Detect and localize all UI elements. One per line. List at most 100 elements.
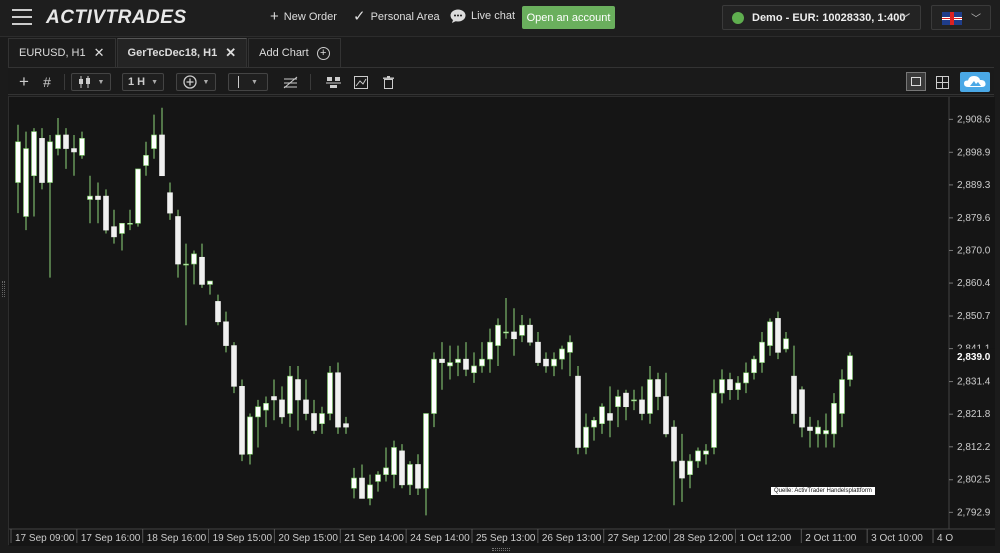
bull-candle [687, 460, 693, 475]
y-tick-label: 2,792.9 [957, 507, 991, 518]
four-grid-icon [935, 75, 949, 89]
checkmark-icon: ✓ [353, 8, 366, 25]
bull-candle [823, 430, 829, 435]
drawing-tool-dropdown[interactable]: ▼ [228, 73, 268, 91]
bear-candle [791, 375, 797, 414]
new-order-button[interactable]: + New Order [270, 9, 337, 24]
bull-candle [559, 348, 565, 360]
bull-candle [583, 426, 589, 448]
menu-icon[interactable] [12, 9, 32, 26]
bear-candle [271, 396, 277, 401]
objects-list-icon[interactable] [324, 73, 342, 91]
grid-icon[interactable]: # [39, 73, 55, 91]
account-status-icon [732, 11, 744, 24]
bear-candle [311, 413, 317, 431]
personal-area-label: Personal Area [370, 10, 440, 23]
bull-candle [143, 155, 149, 166]
chevron-down-icon: ﹀ [971, 14, 981, 25]
resize-handle[interactable] [2, 281, 5, 297]
y-tick-label: 2,850.7 [957, 311, 991, 322]
bear-candle [655, 379, 661, 397]
bull-candle [191, 253, 197, 265]
chart-type-dropdown[interactable]: ▼ [71, 73, 111, 91]
bull-candle [55, 134, 61, 149]
bear-candle [807, 426, 813, 431]
y-tick-label: 2,812.2 [957, 442, 991, 453]
y-tick-label: 2,831.4 [957, 377, 991, 388]
account-selector[interactable]: Demo - EUR: 10028330, 1:400 ﹀ [722, 5, 921, 30]
bull-candle [183, 263, 189, 266]
x-tick-label: 18 Sep 16:00 [147, 533, 207, 544]
x-tick-label: 24 Sep 14:00 [410, 533, 470, 544]
live-chat-button[interactable]: Live chat [450, 9, 515, 23]
bull-candle [815, 426, 821, 435]
timeframe-dropdown[interactable]: 1 H ▼ [122, 73, 164, 91]
source-note: Quelle: ActivTrader Handelsplattform [771, 487, 875, 495]
bull-candle [287, 375, 293, 414]
bull-candle [839, 379, 845, 414]
x-tick-label: 1 Oct 12:00 [739, 533, 791, 544]
cloud-sync-button[interactable] [960, 72, 990, 92]
bull-candle [487, 341, 493, 360]
language-selector[interactable]: ﹀ [931, 5, 991, 30]
tab-eurusd[interactable]: EURUSD, H1 ✕ [8, 38, 116, 67]
bull-candle [455, 358, 461, 363]
open-account-button[interactable]: Open an account [522, 6, 615, 29]
crosshair-icon[interactable]: + [16, 72, 32, 91]
caret-down-icon: ▼ [251, 78, 258, 86]
x-tick-label: 28 Sep 12:00 [674, 533, 734, 544]
top-bar: ACTIVTRADES + New Order ✓ Personal Area … [0, 0, 1000, 37]
add-chart-button[interactable]: Add Chart + [248, 38, 341, 67]
x-tick-label: 27 Sep 12:00 [608, 533, 668, 544]
bear-candle [215, 301, 221, 323]
bear-candle [295, 379, 301, 401]
fibonacci-icon[interactable] [281, 73, 299, 91]
caret-down-icon: ▼ [151, 78, 159, 86]
bear-candle [543, 358, 549, 367]
y-tick-label: 2,821.8 [957, 409, 991, 420]
bull-candle [847, 355, 853, 380]
grid-layout-button[interactable] [933, 73, 951, 91]
x-tick-label: 20 Sep 15:00 [278, 533, 338, 544]
bull-candle [119, 222, 125, 234]
chart-template-icon[interactable] [352, 73, 370, 91]
bear-candle [527, 324, 533, 343]
x-tick-label: 25 Sep 13:00 [476, 533, 536, 544]
bull-candle [263, 403, 269, 411]
bull-candle [551, 358, 557, 367]
candlestick-chart[interactable]: 2,908.6 2,898.9 2,889.3 2,879.6 2,870.0 2,860… [9, 97, 995, 546]
bull-candle [23, 148, 29, 217]
close-icon[interactable]: ✕ [225, 45, 236, 61]
bull-candle [87, 195, 93, 200]
bull-candle [447, 362, 453, 367]
close-icon[interactable]: ✕ [94, 45, 105, 61]
personal-area-button[interactable]: ✓ Personal Area [353, 9, 440, 24]
bear-candle [63, 134, 69, 149]
price-chart[interactable]: 2,908.6 2,898.9 2,889.3 2,879.6 2,870.0 2,860… [8, 96, 995, 546]
scroll-handle[interactable] [492, 548, 510, 551]
trash-icon[interactable] [380, 73, 396, 91]
bear-candle [231, 345, 237, 387]
bull-candle [767, 321, 773, 346]
bull-candle [703, 450, 709, 455]
bull-candle [127, 222, 133, 225]
bear-candle [463, 358, 469, 370]
tab-gertecdec18[interactable]: GerTecDec18, H1 ✕ [116, 38, 248, 67]
bull-candle [695, 450, 701, 462]
x-tick-label: 2 Oct 11:00 [805, 533, 856, 544]
y-tick-label: 2,889.3 [957, 180, 991, 191]
chart-toolbar: + # ▼ 1 H ▼ ▼ ▼ [8, 67, 994, 95]
indicators-dropdown[interactable]: ▼ [176, 73, 216, 91]
caret-down-icon: ▼ [202, 78, 210, 86]
bear-candle [671, 426, 677, 462]
x-tick-label: 4 O [937, 533, 953, 544]
plus-icon: + [270, 8, 279, 25]
bull-candle [327, 372, 333, 414]
activtrades-logo: ACTIVTRADES [46, 7, 187, 28]
tab-label: EURUSD, H1 [19, 47, 86, 59]
add-indicator-icon [182, 75, 197, 89]
single-chart-layout-button[interactable] [906, 72, 926, 91]
bear-candle [799, 389, 805, 428]
bull-candle [519, 324, 525, 336]
bull-candle [383, 467, 389, 475]
